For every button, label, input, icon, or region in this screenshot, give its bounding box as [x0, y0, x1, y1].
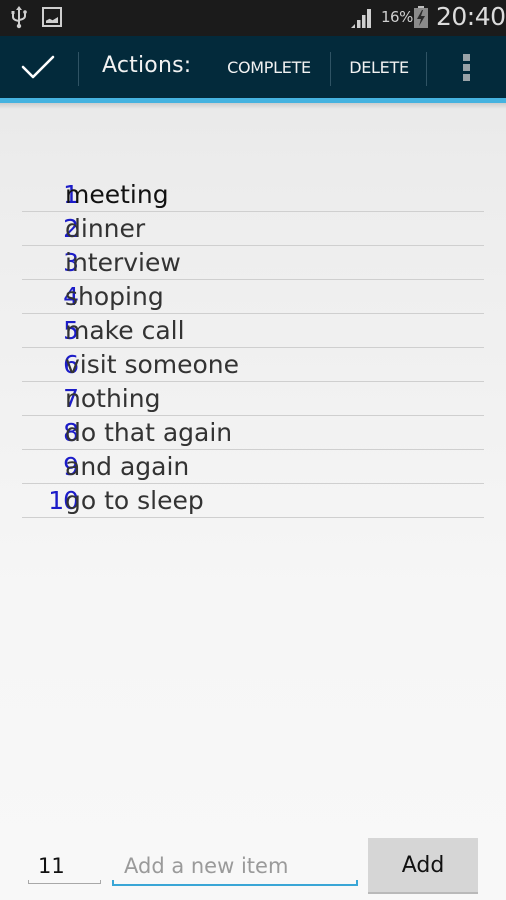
list-item[interactable]: 1 meeting: [22, 178, 484, 212]
battery-charging-icon: [414, 6, 428, 28]
overflow-menu-icon: [462, 53, 470, 61]
usb-icon: [11, 6, 27, 29]
item-text: make call: [65, 316, 185, 345]
contextual-action-bar: Actions: COMPLETE DELETE: [0, 36, 506, 109]
item-text: visit someone: [65, 350, 240, 379]
list-item[interactable]: 7 nothing: [22, 382, 484, 416]
item-text: shoping: [65, 282, 164, 311]
list-item[interactable]: 5 make call: [22, 314, 484, 348]
list-item[interactable]: 10 go to sleep: [22, 484, 484, 518]
divider: [78, 52, 79, 86]
battery-percent: 16%: [381, 8, 413, 26]
add-button[interactable]: Add: [368, 838, 478, 894]
list-item[interactable]: 6 visit someone: [22, 348, 484, 382]
list-item[interactable]: 8 do that again: [22, 416, 484, 450]
signal-bars-icon: [351, 9, 371, 28]
checkmark-icon: [21, 55, 55, 79]
status-bar: 16% 20:40: [0, 0, 506, 36]
item-text: meeting: [65, 180, 169, 209]
new-item-input[interactable]: [112, 850, 357, 882]
complete-button[interactable]: COMPLETE: [216, 36, 322, 98]
done-button[interactable]: [0, 36, 76, 98]
action-bar-title: Actions:: [102, 53, 192, 78]
divider: [426, 52, 427, 86]
item-text: and again: [65, 452, 190, 481]
clock: 20:40: [436, 2, 506, 31]
item-text: interview: [65, 248, 181, 277]
divider: [330, 52, 331, 86]
list-item[interactable]: 4 shoping: [22, 280, 484, 314]
item-number-field[interactable]: [28, 850, 100, 882]
item-text: nothing: [65, 384, 161, 413]
todo-list: 1 meeting 2 dinner 3 interview 4 shoping…: [22, 178, 484, 518]
item-text: go to sleep: [65, 486, 204, 515]
item-text: dinner: [65, 214, 146, 243]
gallery-icon: [42, 7, 62, 27]
item-text: do that again: [65, 418, 233, 447]
list-item[interactable]: 3 interview: [22, 246, 484, 280]
list-item[interactable]: 2 dinner: [22, 212, 484, 246]
overflow-menu-button[interactable]: [448, 36, 484, 98]
delete-button[interactable]: DELETE: [338, 36, 420, 98]
list-item[interactable]: 9 and again: [22, 450, 484, 484]
